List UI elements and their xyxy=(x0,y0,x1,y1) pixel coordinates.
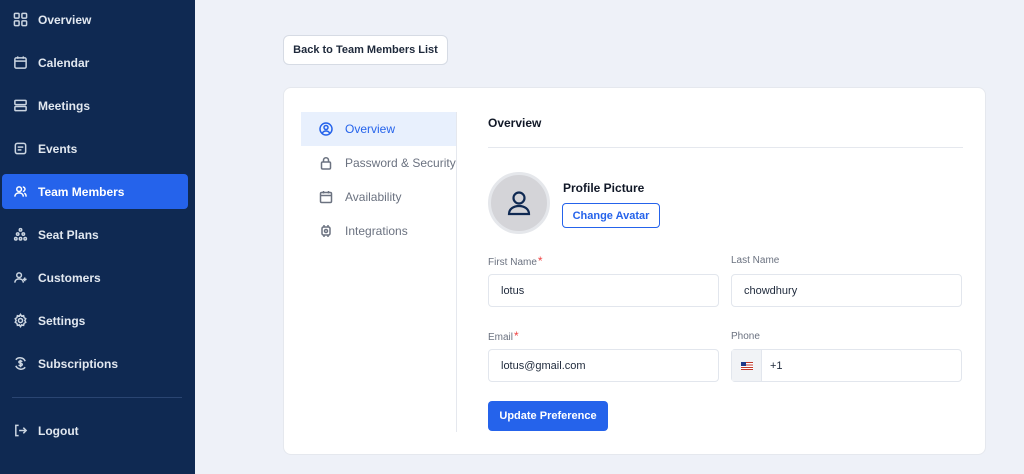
gear-icon xyxy=(12,313,28,329)
tab-availability[interactable]: Availability xyxy=(301,180,456,214)
sidebar-item-subscriptions[interactable]: Subscriptions xyxy=(2,346,188,381)
logout-button[interactable]: Logout xyxy=(2,413,188,448)
customers-icon xyxy=(12,270,28,286)
section-divider xyxy=(488,147,963,148)
sidebar: Overview Calendar Meetings Events Team M… xyxy=(0,0,195,474)
sidebar-item-label: Settings xyxy=(38,313,86,328)
phone-input[interactable] xyxy=(762,350,961,381)
sidebar-item-overview[interactable]: Overview xyxy=(2,2,188,37)
calendar-icon xyxy=(12,55,28,71)
country-selector[interactable] xyxy=(732,350,762,381)
sidebar-item-label: Subscriptions xyxy=(38,356,119,371)
required-mark: * xyxy=(537,254,543,268)
tab-label: Password & Security xyxy=(345,156,456,170)
sidebar-item-events[interactable]: Events xyxy=(2,131,188,166)
team-icon xyxy=(12,184,28,200)
logout-label: Logout xyxy=(38,423,79,438)
phone-field xyxy=(731,349,962,382)
sidebar-divider xyxy=(12,397,182,398)
tab-overview[interactable]: Overview xyxy=(301,112,456,146)
user-circle-icon xyxy=(319,122,333,136)
us-flag-icon xyxy=(740,361,753,370)
sidebar-item-seat-plans[interactable]: Seat Plans xyxy=(2,217,188,252)
tab-password-security[interactable]: Password & Security xyxy=(301,146,456,180)
profile-card: Overview Password & Security Availabilit… xyxy=(283,87,986,455)
last-name-field[interactable] xyxy=(731,274,962,307)
change-avatar-button[interactable]: Change Avatar xyxy=(562,203,660,228)
events-icon xyxy=(12,141,28,157)
seat-plans-icon xyxy=(12,227,28,243)
last-name-label: Last Name xyxy=(731,255,780,266)
email-field[interactable] xyxy=(488,349,719,382)
meetings-icon xyxy=(12,98,28,114)
tab-label: Integrations xyxy=(345,224,408,238)
calendar-icon xyxy=(319,190,333,204)
update-preference-button[interactable]: Update Preference xyxy=(488,401,608,431)
sidebar-item-label: Customers xyxy=(38,270,101,285)
profile-picture-label: Profile Picture xyxy=(563,181,645,195)
sidebar-item-label: Seat Plans xyxy=(38,227,99,242)
profile-subnav: Overview Password & Security Availabilit… xyxy=(301,112,457,432)
required-mark: * xyxy=(514,329,519,343)
sidebar-item-calendar[interactable]: Calendar xyxy=(2,45,188,80)
logout-icon xyxy=(12,423,28,439)
email-label: Email* xyxy=(488,329,519,343)
sidebar-item-label: Team Members xyxy=(38,184,125,199)
sidebar-item-team-members[interactable]: Team Members xyxy=(2,174,188,209)
lock-icon xyxy=(319,156,333,170)
subscriptions-icon xyxy=(12,356,28,372)
avatar xyxy=(488,172,550,234)
tab-label: Overview xyxy=(345,122,396,136)
sidebar-item-label: Meetings xyxy=(38,98,91,113)
sidebar-item-label: Overview xyxy=(38,12,92,27)
phone-label: Phone xyxy=(731,331,760,342)
first-name-label-text: First Name xyxy=(488,257,537,268)
grid-icon xyxy=(12,12,28,28)
user-icon xyxy=(507,191,531,216)
email-label-text: Email xyxy=(488,332,514,343)
section-title: Overview xyxy=(488,116,542,130)
back-to-team-members-button[interactable]: Back to Team Members List xyxy=(283,35,448,65)
first-name-field[interactable] xyxy=(488,274,719,307)
sidebar-item-settings[interactable]: Settings xyxy=(2,303,188,338)
sidebar-item-label: Events xyxy=(38,141,78,156)
tab-label: Availability xyxy=(345,190,402,204)
chip-icon xyxy=(319,224,333,238)
tab-integrations[interactable]: Integrations xyxy=(301,214,456,248)
first-name-label: First Name* xyxy=(488,254,543,268)
sidebar-item-label: Calendar xyxy=(38,55,90,70)
sidebar-item-meetings[interactable]: Meetings xyxy=(2,88,188,123)
sidebar-item-customers[interactable]: Customers xyxy=(2,260,188,295)
